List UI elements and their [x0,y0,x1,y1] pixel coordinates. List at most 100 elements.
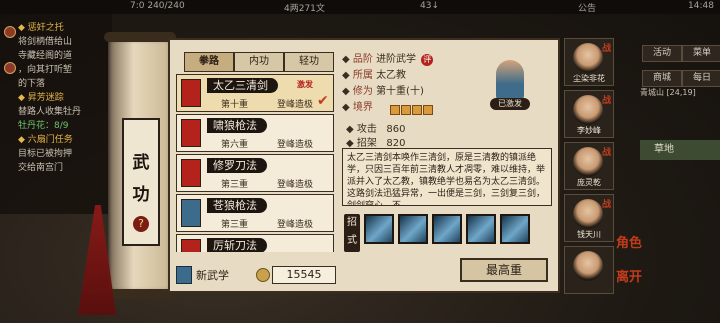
title-char-gong: 功 [132,185,150,205]
tab-inner-skill[interactable]: 内功 [234,52,284,72]
book-icon [181,239,201,252]
new-skill-bar: 新武学 15545 [176,264,336,284]
quest-line: ◆ 六扇门任务 [18,135,73,145]
announcement-button[interactable]: 公告 [578,1,596,14]
skill-layer: 第六重 [221,140,249,150]
xiuwei-row: ◆ 修为 第十重(十) [342,86,424,97]
scroll-title-plaque: 武 功 ? [122,118,160,246]
quest-line: ◆ 惩奸之托 [18,23,64,33]
skill-grade: 登峰造极 [277,100,314,110]
help-icon[interactable]: ? [133,216,149,232]
member-name: 尘染非花 [573,74,605,83]
skill-list[interactable]: 太乙三清剑 激发 第十重 登峰造极 ✔ 啸狼枪法 第六重 登峰造极 修罗刀法 第… [176,74,336,252]
jingjie-label: 境界 [352,102,373,113]
tab-lightness[interactable]: 轻功 [284,52,334,72]
battle-icon: 战 [601,96,611,106]
skill-item[interactable]: 啸狼枪法 第六重 登峰造极 [176,114,334,152]
party-member-card[interactable] [564,246,614,294]
flower-icon[interactable] [4,62,16,74]
character-tag[interactable]: 角色 [616,232,642,251]
tab-fist-path[interactable]: 拳路 [184,52,234,72]
skill-name: 厉斩刀法 [207,238,267,252]
school-label: 所属 [352,70,373,81]
quest-line: 牡丹花：8/9 [18,121,69,131]
book-icon [181,199,201,227]
money-readout: 4两271文 [284,4,325,14]
terrain-label: 草地 [640,140,720,160]
member-name: 钱天川 [577,230,601,239]
realm-bars [390,100,436,115]
skills-panel: 拳路 内功 轻功 太乙三清剑 激发 第十重 登峰造极 ✔ 啸狼枪法 第六重 登峰… [168,38,560,293]
book-icon [181,119,201,147]
party-member-card[interactable]: 战 钱天川 [564,194,614,242]
grade-label: 品阶 [352,54,373,65]
move-icon-3[interactable] [432,214,462,244]
skill-layer: 第三重 [221,220,249,230]
xiuwei-value: 第十重(十) [376,86,424,97]
skill-points-value: 15545 [272,266,336,284]
check-icon: ✔ [317,93,329,109]
new-book-icon[interactable] [176,266,192,284]
max-level-button[interactable]: 最高重 [460,258,548,282]
currency-count: 43↓ [420,1,439,11]
new-skill-button[interactable]: 新武学 [196,267,229,283]
top-status-bar: 7:0 240/240 4两271文 43↓ 公告 14:48 [0,0,720,14]
skill-item[interactable]: 太乙三清剑 激发 第十重 登峰造极 ✔ [176,74,334,112]
quest-line: 的下落 [18,79,46,89]
skill-layer: 第十重 [221,100,249,110]
avatar [573,43,603,73]
move-icon-4[interactable] [466,214,496,244]
quest-line: 目标已被拘押 [18,149,73,159]
skill-name: 苍狼枪法 [207,198,267,213]
skill-name: 啸狼枪法 [207,118,267,133]
activated-tag: 激发 [297,80,313,89]
skill-name: 修罗刀法 [207,158,267,173]
moves-label: 招式 [344,214,360,252]
parry-row: ◆ 招架 820 [346,138,406,149]
skill-stats: ◆ 攻击 860 ◆ 招架 820 [342,120,552,149]
party-member-card[interactable]: 战 李妙峰 [564,90,614,138]
title-char-wu: 武 [132,153,150,173]
member-name: 庞灵乾 [577,178,601,187]
book-icon [181,79,201,107]
move-icon-5[interactable] [500,214,530,244]
skill-grade: 登峰造极 [277,180,314,190]
grade-value: 进阶武学 [376,54,417,65]
map-location: 青城山 [24,19] [640,87,720,127]
quest-line: ，向其打听堑 [18,65,73,75]
member-name: 李妙峰 [577,126,601,135]
grade-seal-icon: 评 [421,54,434,66]
grade-row: ◆ 品阶 进阶武学 评 [342,54,434,66]
quest-line: ◆ 昇芳迷踪 [18,93,64,103]
skill-item[interactable]: 修罗刀法 第三重 登峰造极 [176,154,334,192]
skill-item[interactable]: 苍狼枪法 第三重 登峰造极 [176,194,334,232]
skill-item[interactable]: 厉斩刀法 [176,234,334,252]
quest-tracker[interactable]: ◆ 惩奸之托 将剑柄借给山 寺藏经阁的道 ，向其打听堑 的下落 ◆ 昇芳迷踪 替路人收集牡丹… [0,14,112,214]
activated-badge: 已激发 [490,98,530,110]
scroll-rod-top [104,32,176,42]
battle-icon: 战 [601,148,611,158]
move-icon-2[interactable] [398,214,428,244]
daily-button[interactable]: 每日 [682,70,720,87]
quest-line: 将剑柄借给山 [18,37,73,47]
activity-button[interactable]: 活动 [642,45,682,62]
scroll-icon[interactable] [4,26,16,38]
party-member-card[interactable]: 战 庞灵乾 [564,142,614,190]
attack-row: ◆ 攻击 860 [346,124,406,135]
school-row: ◆ 所属 太乙教 [342,70,407,81]
location-coords: [24,19] [666,88,696,97]
battle-icon: 战 [601,200,611,210]
xiuwei-label: 修为 [352,86,373,97]
battle-icon: 战 [601,44,611,54]
martial-arts-scroll: 武 功 ? [104,32,176,299]
position-readout: 7:0 240/240 [130,1,185,11]
skill-detail: ◆ 品阶 进阶武学 评 ◆ 所属 太乙教 ◆ 修为 第十重(十) ◆ 境界 已激… [342,46,554,286]
skill-avatar: 已激发 [482,52,538,110]
party-member-card[interactable]: 战 尘染非花 [564,38,614,86]
skill-grade: 登峰造极 [277,140,314,150]
move-icon-1[interactable] [364,214,394,244]
shop-button[interactable]: 商城 [642,70,682,87]
menu-button[interactable]: 菜单 [682,45,720,62]
quest-line: 寺藏经阁的道 [18,51,73,61]
leave-tag[interactable]: 离开 [616,266,642,285]
